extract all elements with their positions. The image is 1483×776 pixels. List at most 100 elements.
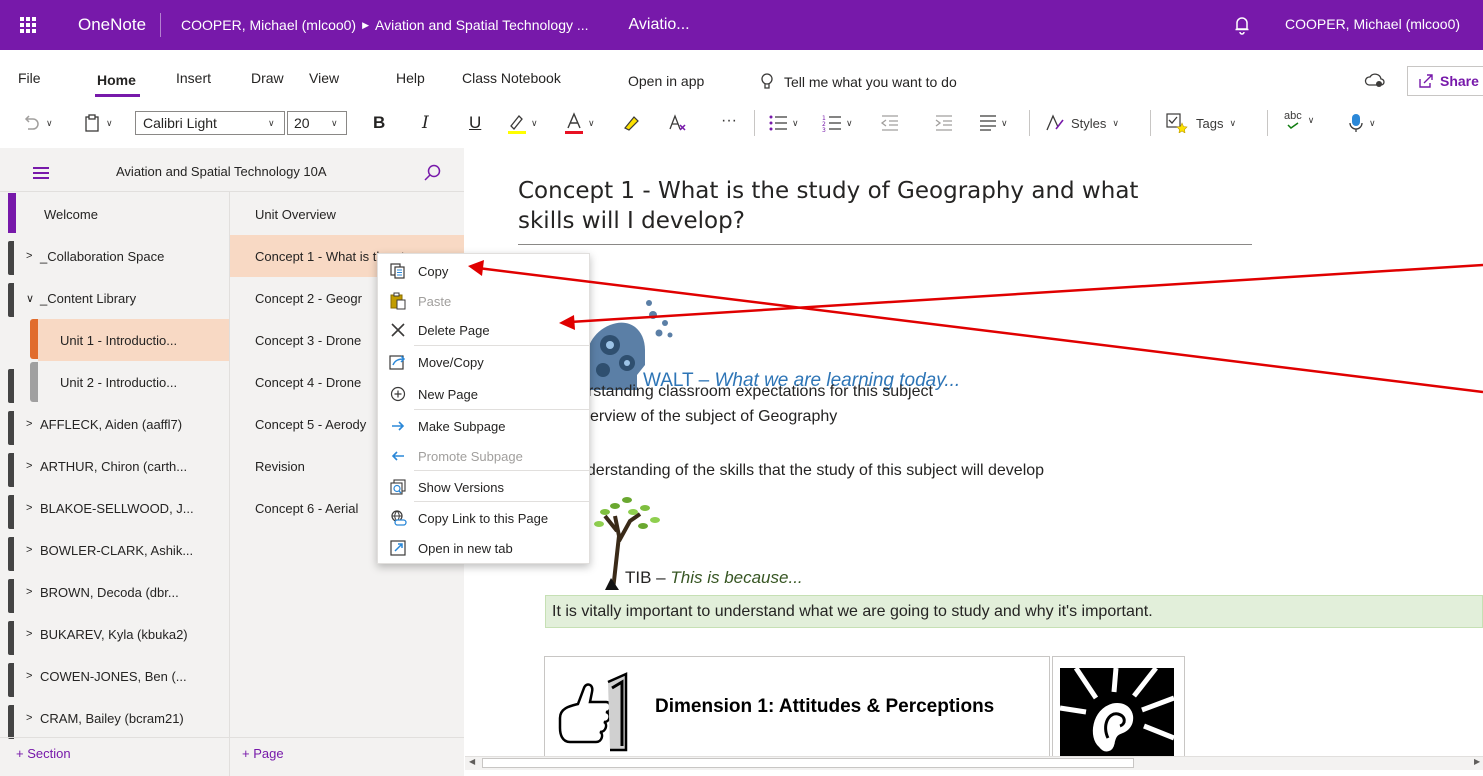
share-button[interactable]: Share: [1407, 66, 1483, 96]
section-item-arthur[interactable]: > ARTHUR, Chiron (carth...: [16, 445, 229, 487]
context-menu-label: Copy: [418, 263, 449, 279]
increase-indent-button[interactable]: [934, 111, 954, 135]
walt-bullet-3: nderstanding of the skills that the stud…: [578, 462, 1045, 479]
section-item-welcome[interactable]: Welcome: [16, 193, 229, 235]
section-label: BROWN, Decoda (dbr...: [40, 584, 179, 600]
align-left-icon: [980, 115, 996, 131]
undo-button[interactable]: ∨: [22, 111, 53, 135]
clear-all-format-button[interactable]: [668, 111, 688, 135]
section-item-unit-2[interactable]: Unit 2 - Introductio...: [38, 361, 229, 403]
increase-indent-icon: [935, 115, 952, 131]
tell-me-search[interactable]: Tell me what you want to do: [760, 73, 957, 91]
tags-button[interactable]: Tags ∨: [1166, 111, 1236, 135]
scroll-left-arrow-icon[interactable]: ◀: [469, 757, 475, 766]
bullets-button[interactable]: ∨: [768, 111, 799, 135]
section-item-cowen-jones[interactable]: > COWEN-JONES, Ben (...: [16, 655, 229, 697]
notification-bell-icon[interactable]: [1234, 15, 1250, 35]
chevron-down-icon: ∨: [106, 117, 113, 128]
context-menu-open-new-tab[interactable]: Open in new tab: [378, 533, 591, 563]
underline-button[interactable]: U: [469, 111, 481, 135]
scroll-right-arrow-icon[interactable]: ▶: [1474, 757, 1480, 766]
context-menu-promote-subpage[interactable]: Promote Subpage: [378, 441, 591, 471]
section-item-bukarev[interactable]: > BUKAREV, Kyla (kbuka2): [16, 613, 229, 655]
page-title-short[interactable]: Aviatio...: [629, 16, 690, 34]
page-item-unit-overview[interactable]: Unit Overview: [230, 193, 464, 235]
scrollbar-thumb[interactable]: [482, 758, 1134, 768]
context-menu-make-subpage[interactable]: Make Subpage: [378, 411, 591, 441]
menu-open-in-app[interactable]: Open in app: [628, 73, 704, 89]
svg-text:3: 3: [822, 127, 826, 132]
notebook-title[interactable]: Aviation and Spatial Technology 10A: [116, 164, 327, 179]
section-item-blakoe-sellwood[interactable]: > BLAKOE-SELLWOOD, J...: [16, 487, 229, 529]
tag-star-icon: [1166, 113, 1188, 133]
clipboard-button[interactable]: ∨: [84, 111, 113, 135]
open-new-tab-icon: [390, 540, 406, 556]
italic-button[interactable]: I: [422, 111, 429, 135]
menu-file[interactable]: File: [18, 70, 41, 86]
app-launcher-button[interactable]: [0, 0, 56, 50]
context-menu-label: Promote Subpage: [418, 448, 523, 464]
styles-button[interactable]: Styles ∨: [1045, 111, 1119, 135]
context-menu-copy[interactable]: Copy: [378, 256, 591, 286]
chevron-down-icon: ∨: [792, 117, 799, 128]
section-item-unit-1[interactable]: Unit 1 - Introductio...: [38, 319, 229, 361]
section-item-collaboration-space[interactable]: > _Collaboration Space: [16, 235, 229, 277]
decrease-indent-icon: [880, 115, 898, 131]
context-menu-label: Copy Link to this Page: [418, 510, 549, 526]
clear-formatting-button[interactable]: [622, 111, 642, 135]
breadcrumb[interactable]: COOPER, Michael (mlcoo0) ▶ Aviation and …: [161, 17, 589, 33]
section-item-brown[interactable]: > BROWN, Decoda (dbr...: [16, 571, 229, 613]
context-menu-copy-link[interactable]: Copy Link to this Page: [378, 503, 591, 533]
more-options-button[interactable]: ···: [721, 109, 737, 133]
spelling-button[interactable]: abc ∨: [1284, 108, 1314, 132]
context-menu-delete-page[interactable]: Delete Page: [378, 315, 591, 345]
numbering-button[interactable]: 123 ∨: [822, 111, 853, 135]
section-label: BUKAREV, Kyla (kbuka2): [40, 626, 188, 642]
bold-button[interactable]: B: [373, 111, 385, 135]
waffle-icon: [20, 17, 36, 33]
section-item-bowler-clark[interactable]: > BOWLER-CLARK, Ashik...: [16, 529, 229, 571]
chevron-right-icon: >: [26, 586, 33, 598]
breadcrumb-separator-icon: ▶: [362, 19, 370, 30]
account-name[interactable]: COOPER, Michael (mlcoo0): [1285, 16, 1460, 32]
decrease-indent-button[interactable]: [880, 111, 900, 135]
paragraph-align-button[interactable]: ∨: [979, 111, 1008, 135]
highlight-button[interactable]: ∨: [507, 111, 538, 135]
section-item-content-library[interactable]: ∨ _Content Library: [16, 277, 229, 319]
arrow-left-icon: [391, 451, 404, 461]
hamburger-menu-icon[interactable]: [33, 167, 49, 182]
context-menu-label: Paste: [418, 293, 452, 309]
page-title[interactable]: Concept 1 - What is the study of Geograp…: [518, 176, 1238, 236]
font-size-select[interactable]: 20 ∨: [287, 111, 347, 135]
sync-cloud-icon[interactable]: [1364, 72, 1386, 88]
menu-help[interactable]: Help: [396, 70, 425, 86]
menu-class-notebook[interactable]: Class Notebook: [462, 70, 561, 86]
clear-format-icon: [669, 114, 686, 131]
undo-icon: [24, 115, 39, 130]
context-menu-show-versions[interactable]: Show Versions: [378, 472, 591, 502]
dimension-heading: Dimension 1: Attitudes & Perceptions: [655, 696, 995, 717]
font-name-select[interactable]: Calibri Light ∨: [135, 111, 285, 135]
menu-insert[interactable]: Insert: [176, 70, 211, 86]
add-page-button[interactable]: + Page: [242, 746, 284, 761]
section-item-affleck[interactable]: > AFFLECK, Aiden (aaffl7): [16, 403, 229, 445]
breadcrumb-user[interactable]: COOPER, Michael (mlcoo0): [181, 17, 356, 33]
chevron-right-icon: >: [26, 670, 33, 682]
menu-draw[interactable]: Draw: [251, 70, 284, 86]
menu-view[interactable]: View: [309, 70, 339, 86]
add-section-button[interactable]: + Section: [16, 746, 71, 761]
section-item-cram[interactable]: > CRAM, Bailey (bcram21): [16, 697, 229, 739]
menu-home[interactable]: Home: [97, 72, 136, 88]
breadcrumb-notebook[interactable]: Aviation and Spatial Technology ...: [375, 17, 589, 33]
clipboard-icon: [85, 114, 99, 132]
context-menu-new-page[interactable]: New Page: [378, 379, 591, 409]
font-color-button[interactable]: ∨: [564, 111, 595, 135]
app-name[interactable]: OneNote: [54, 13, 162, 37]
chevron-right-icon: >: [26, 544, 33, 556]
search-icon[interactable]: [424, 164, 442, 182]
context-menu-paste[interactable]: Paste: [378, 286, 591, 316]
context-menu-move-copy[interactable]: Move/Copy: [378, 347, 591, 377]
close-icon: [391, 323, 405, 337]
context-menu-divider: [414, 470, 590, 471]
dictate-button[interactable]: ∨: [1349, 111, 1376, 135]
